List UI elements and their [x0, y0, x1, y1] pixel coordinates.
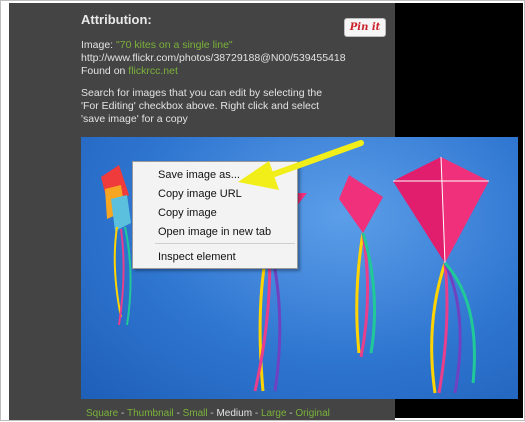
menu-separator: [155, 243, 295, 244]
pink-kite-large: [393, 156, 489, 394]
size-original-link[interactable]: Original: [295, 408, 329, 419]
size-small-link[interactable]: Small: [183, 408, 208, 419]
small-kites-cluster: [101, 165, 132, 326]
menu-copy-image[interactable]: Copy image: [158, 204, 217, 222]
pin-it-button[interactable]: Pin it: [344, 18, 386, 37]
image-url: http://www.flickr.com/photos/38729188@N0…: [81, 52, 346, 64]
menu-inspect-element[interactable]: Inspect element: [158, 248, 236, 266]
size-large-link[interactable]: Large: [261, 408, 287, 419]
screenshot-frame: Attribution: Pin it Image: "70 kites on …: [0, 0, 525, 421]
found-on-line: Found on flickrcc.net: [81, 65, 381, 78]
image-credit-line: Image: "70 kites on a single line": [81, 39, 381, 52]
size-options: Square - Thumbnail - Small - Medium - La…: [86, 408, 330, 419]
instructions-line-1: Search for images that you can edit by s…: [81, 87, 323, 99]
found-site-link[interactable]: flickrcc.net: [128, 65, 178, 77]
context-menu: Save image as... Copy image URL Copy ima…: [132, 161, 298, 269]
menu-open-image-new-tab[interactable]: Open image in new tab: [158, 223, 271, 241]
pink-kite-small: [339, 175, 383, 358]
image-prefix: Image:: [81, 39, 117, 51]
menu-copy-image-url[interactable]: Copy image URL: [158, 185, 242, 203]
instructions-line-2: 'For Editing' checkbox above. Right clic…: [81, 100, 320, 112]
attribution-title: Attribution:: [81, 12, 152, 27]
size-thumbnail-link[interactable]: Thumbnail: [127, 408, 174, 419]
size-square-link[interactable]: Square: [86, 408, 118, 419]
found-prefix: Found on: [81, 65, 129, 77]
size-medium-current: Medium: [216, 408, 253, 419]
image-title-link[interactable]: "70 kites on a single line": [116, 39, 233, 51]
instructions-line-3: 'save image' for a copy: [81, 113, 188, 125]
menu-save-image-as[interactable]: Save image as...: [135, 166, 292, 184]
